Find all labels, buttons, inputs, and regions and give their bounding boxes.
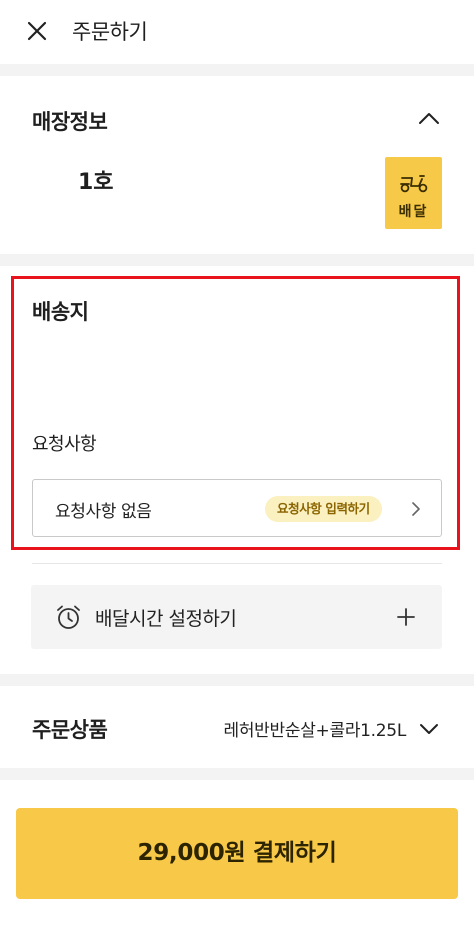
delivery-badge-label: 배달 <box>398 204 429 220</box>
request-title: 요청사항 <box>32 434 97 455</box>
delivery-time-label: 배달시간 설정하기 <box>95 608 237 630</box>
chevron-up-icon[interactable] <box>416 108 442 128</box>
delivery-address-title: 배송지 <box>32 300 89 324</box>
section-gap <box>0 674 474 686</box>
scooter-icon <box>400 175 428 193</box>
chevron-right-icon[interactable] <box>411 501 421 517</box>
delivery-address-section: 배송지 요청사항 요청사항 없음 요청사항 입력하기 <box>0 266 474 558</box>
store-info-title: 매장정보 <box>32 110 108 134</box>
section-gap <box>0 768 474 780</box>
delivery-type-badge[interactable]: 배달 <box>385 157 442 229</box>
plus-icon[interactable] <box>396 607 416 627</box>
delivery-time-button[interactable]: 배달시간 설정하기 <box>31 585 442 649</box>
ordered-products-summary: 레허반반순살+콜라1.25L <box>223 721 407 741</box>
store-name: 1호 <box>78 170 114 195</box>
divider <box>32 563 442 564</box>
top-bar: 주문하기 <box>0 0 474 64</box>
alarm-clock-icon <box>57 605 80 629</box>
page-title: 주문하기 <box>72 20 148 44</box>
section-gap <box>0 64 474 76</box>
chevron-down-icon[interactable] <box>418 721 440 737</box>
ordered-products-title: 주문상품 <box>32 718 108 742</box>
close-icon[interactable] <box>24 18 50 44</box>
request-value: 요청사항 없음 <box>55 502 152 522</box>
request-input-chip[interactable]: 요청사항 입력하기 <box>265 496 382 522</box>
ordered-products-section[interactable]: 주문상품 레허반반순살+콜라1.25L <box>0 686 474 768</box>
request-field[interactable]: 요청사항 없음 요청사항 입력하기 <box>32 479 442 537</box>
pay-button[interactable]: 29,000원 결제하기 <box>16 808 458 899</box>
store-info-section: 매장정보 1호 배달 <box>0 76 474 254</box>
section-gap <box>0 254 474 266</box>
